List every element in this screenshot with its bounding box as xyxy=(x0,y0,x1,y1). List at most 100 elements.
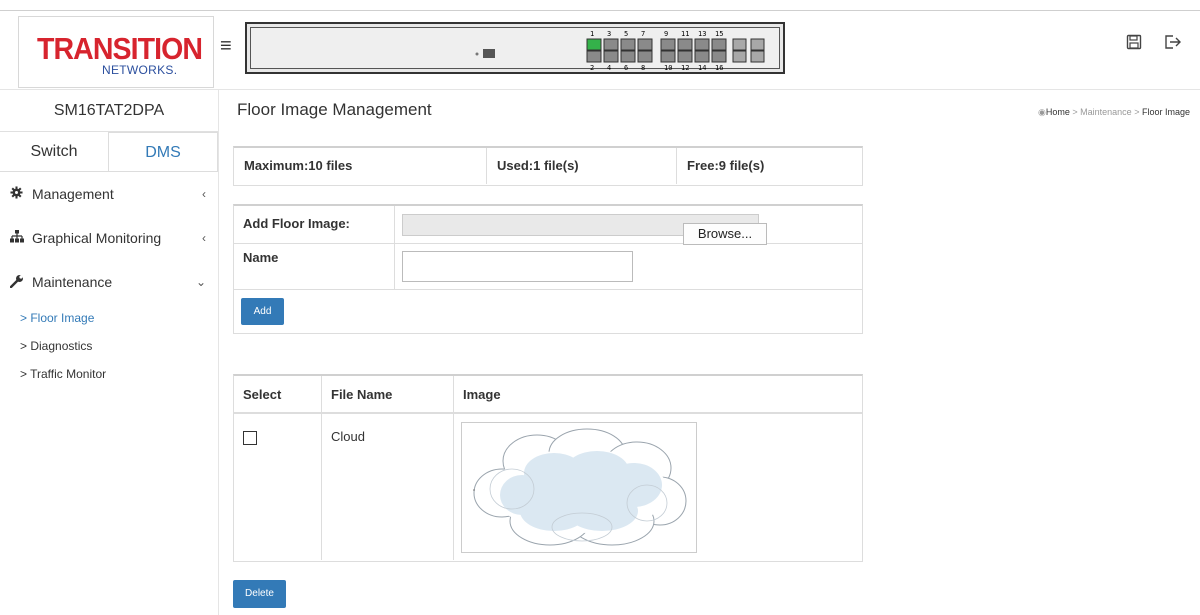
switch-panel-inner: 1 2 3 4 5 6 7 8 9 10 11 12 13 14 15 16 xyxy=(250,27,780,72)
port-label: 1 xyxy=(590,30,594,38)
column-header-select: Select xyxy=(234,376,322,412)
file-field: Browse... xyxy=(395,206,862,245)
floor-image-thumbnail[interactable] xyxy=(461,422,697,553)
main-content: Floor Image Management ◉Home > Maintenan… xyxy=(219,90,1200,615)
port-label: 9 xyxy=(664,30,668,38)
ethernet-port-icon xyxy=(620,38,636,51)
ethernet-port-icon xyxy=(677,38,693,51)
add-floor-image-form: Add Floor Image: Browse... Name Add xyxy=(233,204,863,334)
logo-wordmark: TRANSITION xyxy=(37,31,203,66)
image-cell xyxy=(454,414,862,560)
brand-logo: TRANSITION NETWORKS. xyxy=(18,16,214,88)
gear-icon xyxy=(10,186,32,202)
ethernet-port-icon xyxy=(637,50,653,63)
port-label: 8 xyxy=(641,64,645,72)
sidebar-item-maintenance[interactable]: Maintenance ⌄ xyxy=(0,260,218,304)
sidebar-subitem-diagnostics[interactable]: > Diagnostics xyxy=(0,332,218,360)
ethernet-port-icon xyxy=(660,38,676,51)
breadcrumb-separator: > xyxy=(1131,107,1142,117)
ethernet-port-icon xyxy=(711,38,727,51)
ethernet-port-icon xyxy=(711,50,727,63)
breadcrumb-separator: > xyxy=(1069,107,1081,117)
sfp-port-icon xyxy=(750,50,765,63)
table-row: Cloud xyxy=(234,414,862,560)
port-label: 12 xyxy=(681,64,689,72)
page-title: Floor Image Management xyxy=(237,100,432,119)
port-label: 7 xyxy=(641,30,645,38)
port-label: 2 xyxy=(590,64,594,72)
ethernet-port-icon xyxy=(586,38,602,51)
ethernet-port-icon xyxy=(677,50,693,63)
ethernet-port-icon xyxy=(586,50,602,63)
column-header-file-name: File Name xyxy=(322,376,454,412)
ethernet-port-icon xyxy=(603,50,619,63)
add-button[interactable]: Add xyxy=(241,298,284,325)
tab-dms[interactable]: DMS xyxy=(108,132,218,171)
select-cell xyxy=(234,414,322,560)
delete-button[interactable]: Delete xyxy=(233,580,286,608)
tab-switch[interactable]: Switch xyxy=(0,132,108,171)
floor-image-table: Select File Name Image Cloud xyxy=(233,374,863,562)
add-floor-image-label: Add Floor Image: xyxy=(234,206,395,243)
port-diagram: 12345678910111213141516 xyxy=(475,30,765,72)
breadcrumb-home[interactable]: Home xyxy=(1046,107,1070,117)
port-label: 15 xyxy=(715,30,723,38)
sitemap-icon xyxy=(10,230,32,246)
file-summary-panel: Maximum:10 files Used:1 file(s) Free:9 f… xyxy=(233,146,863,186)
column-header-image: Image xyxy=(463,387,501,402)
sidebar-tabs: Switch DMS xyxy=(0,132,218,172)
file-input[interactable]: Browse... xyxy=(402,214,767,245)
form-row-name: Name xyxy=(234,244,862,290)
free-files: Free:9 file(s) xyxy=(687,158,765,173)
maximum-files: Maximum:10 files xyxy=(234,148,487,184)
name-field xyxy=(395,244,862,289)
select-checkbox[interactable] xyxy=(243,431,257,445)
ethernet-port-icon xyxy=(660,50,676,63)
chevron-left-icon: ‹ xyxy=(202,231,206,245)
ethernet-port-icon xyxy=(620,50,636,63)
header-icons xyxy=(1126,34,1182,55)
breadcrumb-maintenance[interactable]: Maintenance xyxy=(1080,107,1132,117)
logout-icon[interactable] xyxy=(1164,34,1182,55)
console-port-icon xyxy=(475,49,495,58)
logo-subtext: NETWORKS. xyxy=(102,63,178,77)
sidebar-item-graphical-monitoring[interactable]: Graphical Monitoring ‹ xyxy=(0,216,218,260)
chevron-left-icon: ‹ xyxy=(202,187,206,201)
home-icon: ◉ xyxy=(1038,107,1046,117)
ethernet-port-icon xyxy=(694,50,710,63)
chevron-down-icon: ⌄ xyxy=(195,275,206,289)
form-row-file: Add Floor Image: Browse... xyxy=(234,206,862,245)
sidebar-item-label: Graphical Monitoring xyxy=(32,230,162,246)
ethernet-port-icon xyxy=(603,38,619,51)
used-files: Used:1 file(s) xyxy=(487,148,677,184)
port-label: 10 xyxy=(664,64,672,72)
port-label: 4 xyxy=(607,64,611,72)
cloud-image xyxy=(473,428,687,546)
port-label: 11 xyxy=(681,30,689,38)
switch-front-panel[interactable]: 1 2 3 4 5 6 7 8 9 10 11 12 13 14 15 16 xyxy=(245,22,785,74)
ethernet-port-icon xyxy=(694,38,710,51)
breadcrumb: ◉Home > Maintenance > Floor Image xyxy=(1038,107,1190,118)
sidebar-subitem-traffic-monitor[interactable]: > Traffic Monitor xyxy=(0,360,218,388)
port-label: 13 xyxy=(698,30,706,38)
name-label: Name xyxy=(234,244,395,289)
table-header: Select File Name Image xyxy=(234,376,862,414)
save-icon[interactable] xyxy=(1126,34,1142,55)
device-name: SM16TAT2DPA xyxy=(0,90,218,132)
ethernet-port-icon xyxy=(637,38,653,51)
port-label: 16 xyxy=(715,64,723,72)
hamburger-menu-icon[interactable]: ≡ xyxy=(220,36,240,56)
file-name-cell: Cloud xyxy=(322,414,454,560)
port-label: 3 xyxy=(607,30,611,38)
browse-button[interactable]: Browse... xyxy=(683,223,767,245)
port-label: 5 xyxy=(624,30,628,38)
sidebar-subitem-floor-image[interactable]: > Floor Image xyxy=(0,304,218,332)
wrench-icon xyxy=(9,274,32,291)
sidebar-item-label: Management xyxy=(32,186,114,202)
sidebar-item-management[interactable]: Management ‹ xyxy=(0,172,218,216)
port-label: 14 xyxy=(698,64,706,72)
name-input[interactable] xyxy=(402,251,633,282)
sfp-port-icon xyxy=(750,38,765,51)
form-actions: Add xyxy=(234,290,862,332)
top-header: TRANSITION NETWORKS. ≡ 1 2 3 4 5 6 7 8 9 10 11 12 13… xyxy=(0,0,1200,90)
